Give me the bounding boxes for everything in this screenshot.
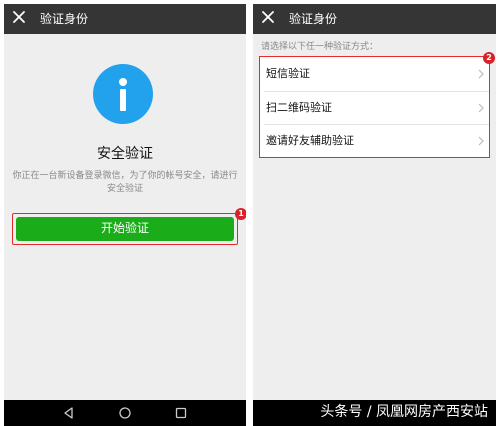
watermark-text: 头条号 / 凤凰网房产西安站 — [320, 404, 488, 420]
method-hint: 请选择以下任一种验证方式： — [261, 42, 379, 52]
step-badge-2: 2 — [483, 52, 495, 64]
verification-options-highlight: 短信验证 扫二维码验证 邀请好友辅助验证 — [259, 56, 490, 158]
back-triangle-icon[interactable] — [62, 406, 76, 420]
option-qrcode[interactable]: 扫二维码验证 — [260, 92, 489, 124]
start-verification-button[interactable]: 开始验证 — [16, 217, 234, 241]
header-bar: 验证身份 — [253, 4, 496, 34]
chevron-right-icon — [478, 103, 484, 113]
start-verification-highlight: 开始验证 — [12, 213, 238, 245]
option-friend-assist[interactable]: 邀请好友辅助验证 — [260, 125, 489, 157]
android-nav-bar — [4, 400, 246, 426]
close-icon[interactable] — [12, 10, 26, 24]
security-description: 你正在一台新设备登录微信，为了你的帐号安全，请进行安全验证 — [12, 171, 238, 194]
header-title: 验证身份 — [289, 12, 338, 26]
header-title: 验证身份 — [40, 12, 89, 26]
close-icon[interactable] — [261, 10, 275, 24]
chevron-right-icon — [478, 69, 484, 79]
option-label: 邀请好友辅助验证 — [266, 134, 354, 147]
info-icon — [93, 64, 153, 124]
step-badge-1: 1 — [235, 208, 246, 220]
recent-square-icon[interactable] — [174, 406, 188, 420]
option-label: 扫二维码验证 — [266, 101, 332, 114]
security-title: 安全验证 — [97, 146, 153, 162]
right-screen: 验证身份 请选择以下任一种验证方式： 短信验证 扫二维码验证 邀请好友辅助验证 … — [253, 4, 496, 426]
header-bar: 验证身份 — [4, 4, 246, 34]
home-circle-icon[interactable] — [118, 406, 132, 420]
left-screen: 验证身份 安全验证 你正在一台新设备登录微信，为了你的帐号安全，请进行安全验证 … — [4, 4, 246, 426]
option-label: 短信验证 — [266, 67, 310, 80]
option-sms[interactable]: 短信验证 — [260, 58, 489, 90]
chevron-right-icon — [478, 136, 484, 146]
